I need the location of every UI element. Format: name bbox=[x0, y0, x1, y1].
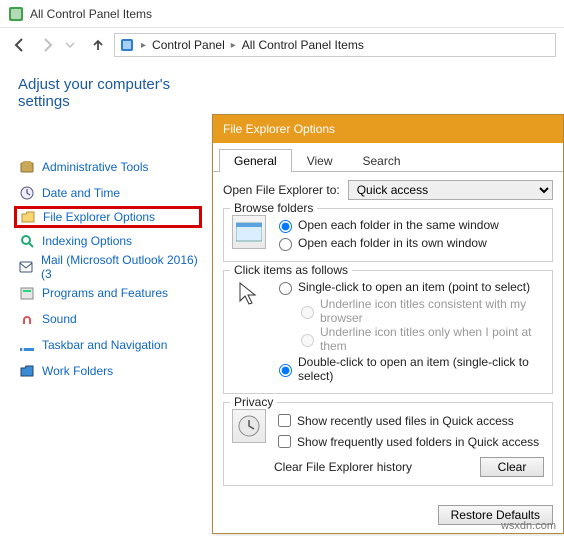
page-title: Adjust your computer's settings bbox=[18, 76, 202, 110]
cp-item-file-explorer-options[interactable]: File Explorer Options bbox=[14, 206, 202, 228]
breadcrumb-item[interactable]: All Control Panel Items bbox=[238, 38, 368, 52]
address-bar[interactable]: ▸ Control Panel ▸ All Control Panel Item… bbox=[114, 33, 556, 57]
underline-point-radio: Underline icon titles only when I point … bbox=[296, 325, 544, 353]
cp-item-label: Mail (Microsoft Outlook 2016) (3 bbox=[41, 253, 202, 281]
group-title: Privacy bbox=[230, 395, 277, 409]
open-same-window-radio[interactable]: Open each folder in the same window bbox=[274, 217, 544, 233]
cp-item-administrative-tools[interactable]: Administrative Tools bbox=[18, 156, 202, 178]
show-frequent-folders-checkbox[interactable]: Show frequently used folders in Quick ac… bbox=[274, 432, 544, 451]
folder-window-icon bbox=[232, 215, 266, 249]
open-to-select[interactable]: Quick access bbox=[348, 180, 553, 200]
browse-folders-group: Browse folders Open each folder in the s… bbox=[223, 208, 553, 262]
cp-item-label: Date and Time bbox=[42, 186, 120, 200]
open-own-window-radio[interactable]: Open each folder in its own window bbox=[274, 235, 544, 251]
cp-item-icon bbox=[18, 336, 36, 354]
cp-item-icon bbox=[19, 208, 37, 226]
up-button[interactable] bbox=[86, 33, 110, 57]
dialog-title: File Explorer Options bbox=[213, 115, 563, 143]
cp-item-label: Taskbar and Navigation bbox=[42, 338, 167, 352]
underline-consistent-radio: Underline icon titles consistent with my… bbox=[296, 297, 544, 325]
breadcrumb-item[interactable]: Control Panel bbox=[148, 38, 229, 52]
cp-item-sound[interactable]: Sound bbox=[18, 308, 202, 330]
window-title: All Control Panel Items bbox=[30, 7, 152, 21]
group-title: Browse folders bbox=[230, 201, 317, 215]
cp-item-indexing-options[interactable]: Indexing Options bbox=[18, 230, 202, 252]
cp-item-label: Sound bbox=[42, 312, 77, 326]
control-panel-icon bbox=[8, 6, 24, 22]
cp-item-label: Work Folders bbox=[42, 364, 113, 378]
single-click-radio[interactable]: Single-click to open an item (point to s… bbox=[274, 279, 544, 295]
file-explorer-options-dialog: File Explorer Options GeneralViewSearch … bbox=[212, 114, 564, 534]
cp-item-work-folders[interactable]: Work Folders bbox=[18, 360, 202, 382]
privacy-group: Privacy Show recently used files in Quic… bbox=[223, 402, 553, 486]
cp-item-programs-and-features[interactable]: Programs and Features bbox=[18, 282, 202, 304]
recent-locations-dropdown[interactable] bbox=[64, 39, 78, 51]
click-items-group: Click items as follows Single-click to o… bbox=[223, 270, 553, 394]
cp-item-mail-microsoft-outlook-2016-3[interactable]: Mail (Microsoft Outlook 2016) (3 bbox=[18, 256, 202, 278]
cp-item-date-and-time[interactable]: Date and Time bbox=[18, 182, 202, 204]
cp-item-label: Programs and Features bbox=[42, 286, 168, 300]
cp-item-icon bbox=[18, 232, 36, 250]
watermark: wsxdn.com bbox=[501, 520, 556, 532]
cursor-click-icon bbox=[232, 277, 266, 311]
clear-button[interactable]: Clear bbox=[480, 457, 544, 477]
breadcrumb-sep: ▸ bbox=[139, 40, 148, 51]
tab-view[interactable]: View bbox=[292, 149, 348, 172]
forward-button[interactable] bbox=[36, 33, 60, 57]
tab-search[interactable]: Search bbox=[348, 149, 416, 172]
tab-general[interactable]: General bbox=[219, 149, 292, 172]
cp-item-icon bbox=[18, 184, 36, 202]
cp-item-icon bbox=[18, 310, 36, 328]
cp-item-icon bbox=[18, 284, 36, 302]
cp-item-icon bbox=[18, 258, 35, 276]
cp-item-label: File Explorer Options bbox=[43, 210, 155, 224]
cp-item-icon bbox=[18, 362, 36, 380]
cp-item-icon bbox=[18, 158, 36, 176]
privacy-icon bbox=[232, 409, 266, 443]
address-icon bbox=[119, 37, 135, 53]
open-to-label: Open File Explorer to: bbox=[223, 183, 340, 197]
clear-history-label: Clear File Explorer history bbox=[274, 460, 412, 474]
show-recent-files-checkbox[interactable]: Show recently used files in Quick access bbox=[274, 411, 544, 430]
double-click-radio[interactable]: Double-click to open an item (single-cli… bbox=[274, 355, 544, 383]
cp-item-taskbar-and-navigation[interactable]: Taskbar and Navigation bbox=[18, 334, 202, 356]
cp-item-label: Administrative Tools bbox=[42, 160, 149, 174]
breadcrumb-sep: ▸ bbox=[229, 40, 238, 51]
cp-item-label: Indexing Options bbox=[42, 234, 132, 248]
back-button[interactable] bbox=[8, 33, 32, 57]
group-title: Click items as follows bbox=[230, 263, 352, 277]
